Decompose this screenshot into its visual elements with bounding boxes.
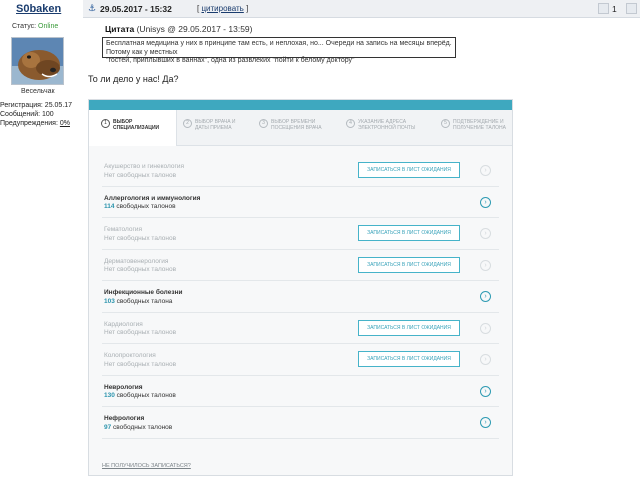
chevron-right-icon[interactable]: ›: [480, 259, 491, 271]
quote-author: (Unisys @ 29.05.2017 - 13:59): [136, 24, 253, 34]
specialization-name: Дерматовенерология: [104, 257, 169, 265]
chevron-right-icon[interactable]: ›: [480, 385, 491, 397]
quote-box: Бесплатная медицина у них в принципе там…: [102, 37, 456, 64]
list-item[interactable]: Нефрология 97 свободных талонов ›: [102, 407, 499, 439]
list-item[interactable]: Инфекционные болезни 103 свободных талон…: [102, 281, 499, 313]
quote-link[interactable]: цитировать: [201, 4, 243, 13]
booking-help-link[interactable]: НЕ ПОЛУЧИЛОСЬ ЗАПИСАТЬСЯ?: [102, 463, 191, 469]
ticket-status: 114 свободных талонов: [104, 203, 176, 210]
status-label: Статус:: [12, 23, 37, 30]
list-item[interactable]: Гематология Нет свободных талонов ЗАПИСА…: [102, 218, 499, 250]
quote-text-line-2: "гостей, приплывших в ваннах", одна из р…: [106, 57, 355, 64]
quote-bracket-close: ]: [246, 4, 249, 13]
chevron-right-icon[interactable]: ›: [480, 417, 491, 428]
quote-text-line-1: Бесплатная медицина у них в принципе там…: [106, 40, 452, 56]
chevron-right-icon[interactable]: ›: [480, 165, 491, 176]
quote-bracket-open: [: [197, 4, 200, 13]
booking-screenshot: 1 ВЫБОР СПЕЦИАЛИЗАЦИИ 2 ВЫБОР ВРАЧА И ДАТЫ…: [88, 99, 513, 476]
step-label: ВЫБОР ВРЕМЕНИ ПОСЕЩЕНИЯ ВРАЧА: [271, 119, 322, 131]
dog-avatar-image: [12, 38, 63, 84]
step-number: 2: [183, 119, 192, 128]
warnings-value-link[interactable]: 0%: [60, 120, 70, 127]
user-status: Статус: Online: [12, 23, 58, 30]
specialization-name: Инфекционные болезни: [104, 289, 183, 296]
anchor-icon[interactable]: ⚓: [88, 3, 96, 14]
step-number: 5: [441, 119, 450, 128]
list-item[interactable]: Дерматовенерология Нет свободных талонов…: [102, 250, 499, 281]
chevron-right-icon[interactable]: ›: [480, 291, 491, 302]
ticket-status: Нет свободных талонов: [104, 329, 177, 336]
warnings-label: Предупреждения:: [0, 120, 58, 127]
ticket-status: Нет свободных талонов: [104, 360, 177, 368]
step-number: 1: [101, 119, 110, 128]
step-label: ВЫБОР СПЕЦИАЛИЗАЦИИ: [113, 119, 160, 131]
waitlist-button[interactable]: ЗАПИСАТЬСЯ В ЛИСТ ОЖИДАНИЯ: [358, 256, 460, 273]
step-number: 4: [346, 119, 355, 128]
user-meta: Регистрация: 25.05.17 Сообщений: 100 Пре…: [0, 101, 72, 128]
post-date: 29.05.2017 - 15:32: [100, 4, 172, 14]
post-text: То ли дело у нас! Да?: [88, 74, 179, 84]
list-item[interactable]: Аллергология и иммунология 114 свободных…: [102, 187, 499, 218]
ticket-status: 103 свободных талона: [104, 297, 173, 305]
waitlist-button[interactable]: ЗАПИСАТЬСЯ В ЛИСТ ОЖИДАНИЯ: [358, 319, 460, 336]
waitlist-button[interactable]: ЗАПИСАТЬСЯ В ЛИСТ ОЖИДАНИЯ: [358, 162, 460, 178]
chevron-right-icon[interactable]: ›: [480, 228, 491, 239]
specialization-name: Кардиология: [104, 320, 143, 328]
step-number: 3: [259, 119, 268, 128]
waitlist-button[interactable]: ЗАПИСАТЬСЯ В ЛИСТ ОЖИДАНИЯ: [358, 351, 460, 367]
avatar[interactable]: [11, 37, 64, 85]
list-item[interactable]: Колопроктология Нет свободных талонов ЗА…: [102, 344, 499, 376]
chevron-right-icon[interactable]: ›: [480, 322, 491, 334]
specialization-list: Акушерство и гинекология Нет свободных т…: [102, 155, 499, 439]
select-post-checkbox-icon[interactable]: [598, 3, 609, 14]
registration-date: Регистрация: 25.05.17: [0, 102, 73, 109]
post-number[interactable]: 1: [612, 4, 617, 14]
ticket-status: 130 свободных талонов: [104, 392, 176, 399]
post-menu-icon[interactable]: [626, 3, 637, 14]
ticket-status: Нет свободных талонов: [104, 171, 177, 179]
ticket-status: Нет свободных талонов: [104, 266, 177, 273]
step-label: ПОДТВЕРЖДЕНИЕ И ПОЛУЧЕНИЕ ТАЛОНА: [453, 119, 506, 131]
chevron-right-icon[interactable]: ›: [480, 196, 491, 208]
list-item[interactable]: Акушерство и гинекология Нет свободных т…: [102, 155, 499, 187]
user-rank: Весельчак: [21, 88, 55, 95]
booking-steps: 1 ВЫБОР СПЕЦИАЛИЗАЦИИ 2 ВЫБОР ВРАЧА И ДАТЫ…: [89, 110, 512, 146]
specialization-name: Неврология: [104, 383, 143, 391]
step-label: УКАЗАНИЕ АДРЕСА ЭЛЕКТРОННОЙ ПОЧТЫ: [358, 119, 416, 131]
ticket-status: 97 свободных талонов: [104, 423, 173, 431]
quote-action: [ цитировать ]: [197, 4, 248, 13]
list-item[interactable]: Неврология 130 свободных талонов ›: [102, 376, 499, 407]
warnings: Предупреждения: 0%: [0, 119, 72, 128]
username-link[interactable]: S0baken: [16, 3, 61, 15]
specialization-name: Акушерство и гинекология: [104, 163, 185, 170]
quote-title: Цитата (Unisys @ 29.05.2017 - 13:59): [105, 24, 252, 34]
ticket-status: Нет свободных талонов: [104, 234, 177, 242]
quote-title-label: Цитата: [105, 24, 135, 34]
waitlist-button[interactable]: ЗАПИСАТЬСЯ В ЛИСТ ОЖИДАНИЯ: [358, 225, 460, 241]
chevron-right-icon[interactable]: ›: [480, 354, 491, 365]
post-count: Сообщений: 100: [0, 111, 54, 118]
status-online-badge: Online: [38, 23, 59, 30]
specialization-name: Аллергология и иммунология: [104, 194, 201, 202]
booking-accent-bar: [89, 100, 512, 110]
step-label: ВЫБОР ВРАЧА И ДАТЫ ПРИЕМА: [195, 119, 236, 131]
specialization-name: Нефрология: [104, 415, 145, 422]
specialization-name: Гематология: [104, 226, 143, 233]
list-item[interactable]: Кардиология Нет свободных талонов ЗАПИСА…: [102, 313, 499, 344]
specialization-name: Колопроктология: [104, 352, 156, 359]
